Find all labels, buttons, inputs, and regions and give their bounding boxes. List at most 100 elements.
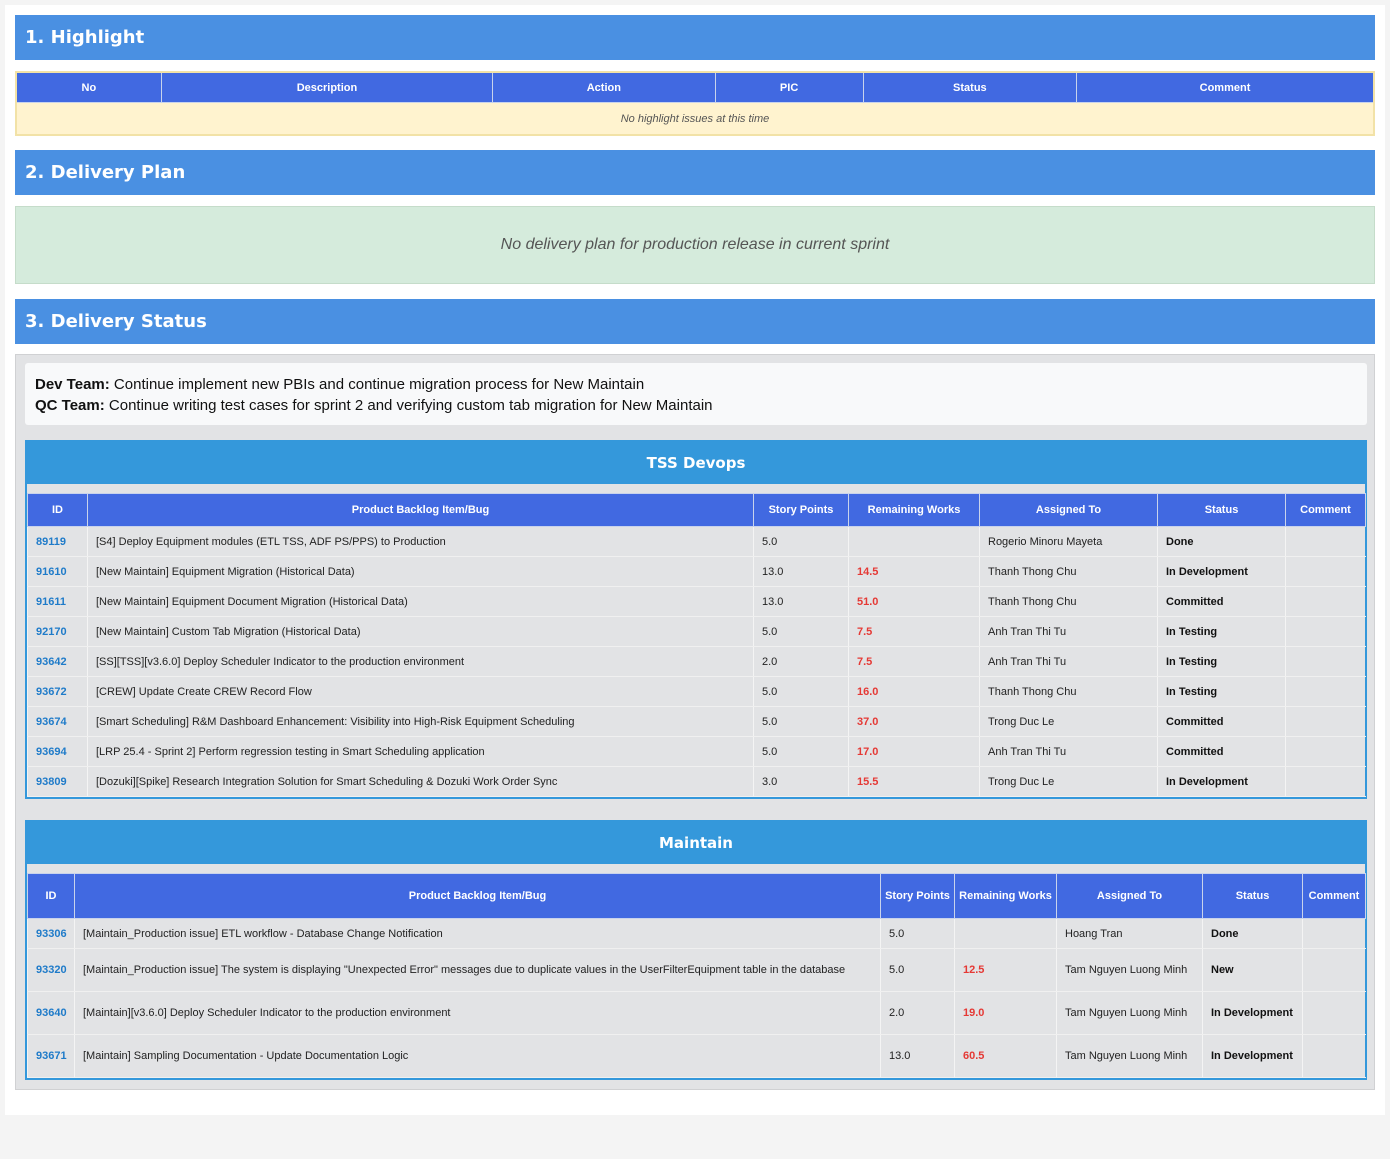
id-link[interactable]: 89119 (27, 526, 88, 557)
status: New (1202, 948, 1303, 992)
table-row: 91611 [New Maintain] Equipment Document M… (27, 586, 1366, 617)
maintain-table: ID Product Backlog Item/Bug Story Points… (27, 873, 1366, 1078)
remaining-works: 19.0 (954, 991, 1057, 1035)
section-header-highlight: 1. Highlight (15, 15, 1375, 60)
item-title: [LRP 25.4 - Sprint 2] Perform regression… (87, 736, 754, 767)
story-points: 13.0 (880, 1034, 955, 1078)
column-header-no: No (15, 71, 162, 103)
remaining-works: 51.0 (848, 586, 980, 617)
item-title: [Maintain_Production issue] The system i… (74, 948, 881, 992)
assigned-to: Tam Nguyen Luong Minh (1056, 948, 1203, 992)
story-points: 5.0 (880, 948, 955, 992)
story-points: 5.0 (753, 736, 849, 767)
assigned-to: Anh Tran Thi Tu (979, 646, 1158, 677)
item-title: [Maintain_Production issue] ETL workflow… (74, 918, 881, 949)
assigned-to: Hoang Tran (1056, 918, 1203, 949)
table-row: 93642 [SS][TSS][v3.6.0] Deploy Scheduler … (27, 646, 1366, 677)
column-header-item: Product Backlog Item/Bug (87, 493, 754, 527)
status: In Development (1202, 1034, 1303, 1078)
status: In Testing (1157, 646, 1286, 677)
story-points: 5.0 (753, 616, 849, 647)
story-points: 5.0 (753, 706, 849, 737)
remaining-works: 7.5 (848, 646, 980, 677)
table-row: 92170 [New Maintain] Custom Tab Migration… (27, 616, 1366, 647)
id-link[interactable]: 93320 (27, 948, 75, 992)
dev-team-note: Dev Team: Continue implement new PBIs an… (35, 374, 1357, 395)
status: In Testing (1157, 676, 1286, 707)
comment (1302, 991, 1366, 1035)
assigned-to: Tam Nguyen Luong Minh (1056, 1034, 1203, 1078)
item-title: [New Maintain] Custom Tab Migration (His… (87, 616, 754, 647)
table-row: 89119 [S4] Deploy Equipment modules (ETL … (27, 526, 1366, 557)
column-header-story-points: Story Points (880, 873, 955, 919)
column-header-comment: Comment (1285, 493, 1366, 527)
story-points: 2.0 (753, 646, 849, 677)
column-header-remaining-works: Remaining Works (954, 873, 1057, 919)
column-header-pic: PIC (714, 71, 864, 103)
status: Committed (1157, 586, 1286, 617)
story-points: 2.0 (880, 991, 955, 1035)
id-link[interactable]: 91611 (27, 586, 88, 617)
column-header-remaining-works: Remaining Works (848, 493, 980, 527)
section-header-delivery-status: 3. Delivery Status (15, 299, 1375, 344)
item-title: [Dozuki][Spike] Research Integration Sol… (87, 766, 754, 797)
remaining-works (954, 918, 1057, 949)
id-link[interactable]: 93674 (27, 706, 88, 737)
story-points: 13.0 (753, 556, 849, 587)
item-title: [SS][TSS][v3.6.0] Deploy Scheduler Indic… (87, 646, 754, 677)
comment (1302, 918, 1366, 949)
assigned-to: Trong Duc Le (979, 706, 1158, 737)
delivery-plan-message: No delivery plan for production release … (15, 206, 1375, 284)
id-link[interactable]: 93694 (27, 736, 88, 767)
tss-devops-table: ID Product Backlog Item/Bug Story Points… (27, 493, 1366, 797)
table-row: 93674 [Smart Scheduling] R&M Dashboard En… (27, 706, 1366, 737)
story-points: 5.0 (753, 676, 849, 707)
table-row: 93671 [Maintain] Sampling Documentation -… (27, 1034, 1366, 1078)
id-link[interactable]: 91610 (27, 556, 88, 587)
remaining-works: 17.0 (848, 736, 980, 767)
id-link[interactable]: 92170 (27, 616, 88, 647)
story-points: 3.0 (753, 766, 849, 797)
id-link[interactable]: 93809 (27, 766, 88, 797)
story-points: 5.0 (880, 918, 955, 949)
dev-team-label: Dev Team: (35, 376, 110, 393)
item-title: [New Maintain] Equipment Document Migrat… (87, 586, 754, 617)
comment (1285, 586, 1366, 617)
remaining-works: 15.5 (848, 766, 980, 797)
id-link[interactable]: 93671 (27, 1034, 75, 1078)
item-title: [Smart Scheduling] R&M Dashboard Enhance… (87, 706, 754, 737)
column-header-comment: Comment (1302, 873, 1366, 919)
id-link[interactable]: 93642 (27, 646, 88, 677)
tss-devops-title: TSS Devops (27, 442, 1365, 484)
qc-team-note: QC Team: Continue writing test cases for… (35, 395, 1357, 416)
id-link[interactable]: 93640 (27, 991, 75, 1035)
id-link[interactable]: 93306 (27, 918, 75, 949)
column-header-description: Description (160, 71, 494, 103)
highlight-empty-message: No highlight issues at this time (16, 102, 1374, 135)
report-page: 1. Highlight No Description Action PIC S… (5, 5, 1385, 1115)
status: In Development (1202, 991, 1303, 1035)
remaining-works: 12.5 (954, 948, 1057, 992)
table-row: 93306 [Maintain_Production issue] ETL wor… (27, 918, 1366, 949)
id-link[interactable]: 93672 (27, 676, 88, 707)
status: Done (1202, 918, 1303, 949)
comment (1302, 1034, 1366, 1078)
column-header-item: Product Backlog Item/Bug (74, 873, 881, 919)
column-header-assigned-to: Assigned To (1056, 873, 1203, 919)
comment (1285, 526, 1366, 557)
column-header-story-points: Story Points (753, 493, 849, 527)
comment (1302, 948, 1366, 992)
status: In Development (1157, 766, 1286, 797)
assigned-to: Anh Tran Thi Tu (979, 736, 1158, 767)
comment (1285, 766, 1366, 797)
tss-devops-panel: TSS Devops ID Product Backlog Item/Bug S… (25, 440, 1367, 799)
section-header-delivery-plan: 2. Delivery Plan (15, 150, 1375, 195)
table-row: 93320 [Maintain_Production issue] The sys… (27, 948, 1366, 992)
item-title: [Maintain][v3.6.0] Deploy Scheduler Indi… (74, 991, 881, 1035)
maintain-panel: Maintain ID Product Backlog Item/Bug Sto… (25, 820, 1367, 1080)
status: In Development (1157, 556, 1286, 587)
comment (1285, 616, 1366, 647)
column-header-action: Action (492, 71, 716, 103)
maintain-title: Maintain (27, 822, 1365, 864)
story-points: 5.0 (753, 526, 849, 557)
